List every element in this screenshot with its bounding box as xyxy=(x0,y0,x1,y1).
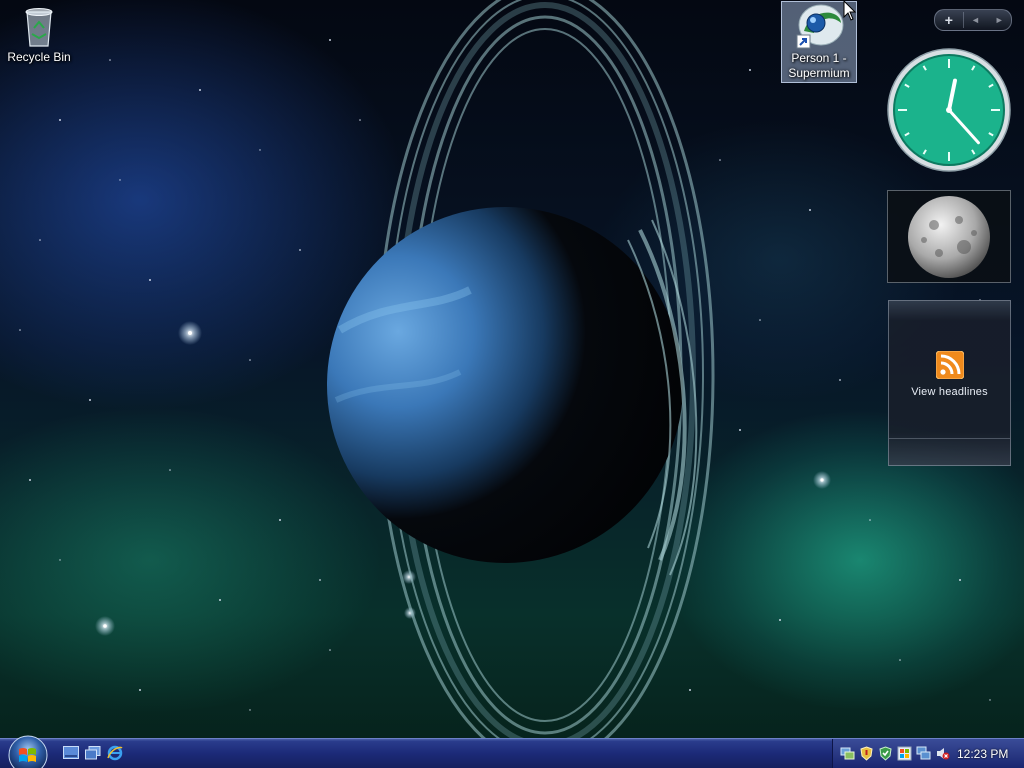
planet xyxy=(327,207,683,563)
feed-headlines-gadget: View headlines xyxy=(888,300,1011,466)
volume-muted-icon[interactable] xyxy=(934,745,951,762)
switch-windows-icon[interactable] xyxy=(84,744,102,762)
recycle-bin-shortcut[interactable]: Recycle Bin xyxy=(1,2,77,65)
windows-orb-icon[interactable] xyxy=(6,733,50,768)
supermium-browser-shortcut-icon xyxy=(796,4,844,49)
recycle-bin-label: Recycle Bin xyxy=(7,50,71,64)
previous-gadget-button[interactable]: ◄ xyxy=(964,15,988,25)
next-gadget-button[interactable]: ► xyxy=(987,15,1011,25)
moon-image xyxy=(908,196,990,278)
windows-update-icon[interactable] xyxy=(896,745,913,762)
supermium-shortcut-label: Person 1 - Supermium xyxy=(788,51,850,80)
feed-gadget-footer xyxy=(889,438,1010,465)
recycle-bin-icon xyxy=(25,8,53,47)
sidebar-controls: + ◄ ► xyxy=(934,9,1012,31)
defender-check-icon[interactable] xyxy=(877,745,894,762)
quick-launch-toolbar xyxy=(62,744,124,762)
view-headlines-link[interactable]: View headlines xyxy=(889,386,1010,398)
network-connection-icon[interactable] xyxy=(915,745,932,762)
space-planet-wallpaper xyxy=(19,0,991,767)
add-gadget-button[interactable]: + xyxy=(935,12,964,28)
taskbar: 12:23 PM xyxy=(0,735,1024,768)
mouse-cursor-icon xyxy=(843,0,857,21)
clock-gadget[interactable] xyxy=(886,47,1012,173)
internet-explorer-icon[interactable] xyxy=(106,744,124,762)
security-shield-icon[interactable] xyxy=(858,745,875,762)
slideshow-gadget[interactable] xyxy=(887,190,1011,283)
network-sync-icon[interactable] xyxy=(839,745,856,762)
notification-area: 12:23 PM xyxy=(832,739,1024,768)
desktop[interactable]: Recycle Bin Person 1 - Supermium + ◄ ► V… xyxy=(0,0,1024,768)
taskbar-clock[interactable]: 12:23 PM xyxy=(957,747,1008,761)
rss-feed-icon xyxy=(936,351,964,379)
show-desktop-icon[interactable] xyxy=(62,744,80,762)
